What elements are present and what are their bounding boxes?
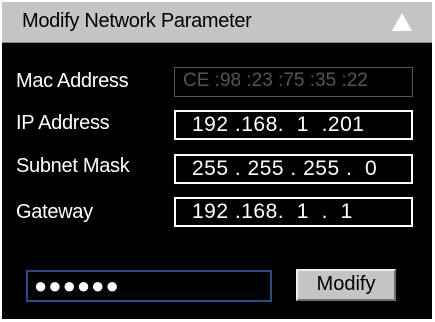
gateway-label: Gateway [16,201,93,223]
mac-address-label: Mac Address [16,70,129,92]
modify-button[interactable]: Modify [296,269,396,301]
subnet-mask-label: Subnet Mask [16,155,130,177]
subnet-mask-field[interactable]: 255 . 255 . 255 . 0 [174,154,413,184]
dialog-title: Modify Network Parameter [22,10,252,32]
mac-address-field: CE :98 :23 :75 :35 :22 [174,67,413,97]
network-parameter-dialog: Modify Network Parameter Mac Address CE … [2,2,432,319]
ip-address-field[interactable]: 192 .168. 1 .201 [174,110,413,140]
gateway-field[interactable]: 192 .168. 1 . 1 [174,197,413,227]
triangle-up-icon[interactable] [391,12,413,32]
dialog-titlebar: Modify Network Parameter [2,2,432,43]
ip-address-label: IP Address [16,112,110,134]
password-input[interactable]: ●●●●●● [26,270,272,302]
